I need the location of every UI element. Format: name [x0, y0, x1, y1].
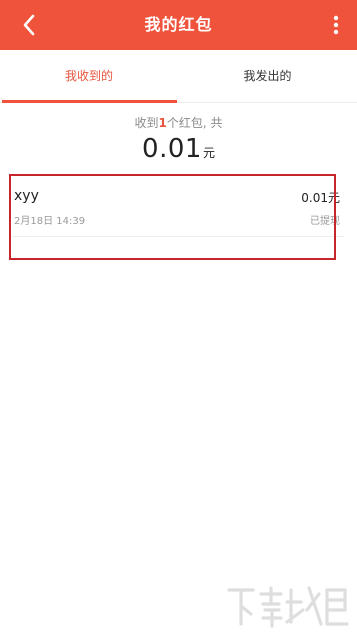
app-header: 我的红包	[0, 0, 357, 50]
summary-suffix: 个红包, 共	[166, 116, 223, 130]
more-button[interactable]	[323, 12, 349, 38]
more-vertical-icon	[333, 15, 339, 35]
active-tab-indicator	[2, 100, 177, 103]
tab-bar: 我收到的 我发出的	[0, 50, 357, 103]
total-amount: 0.01	[142, 134, 202, 164]
record-amount: 0.01元	[301, 191, 340, 205]
tab-sent[interactable]: 我发出的	[178, 50, 357, 102]
tab-received[interactable]: 我收到的	[0, 50, 178, 102]
withdraw-status: 已提现	[310, 216, 340, 227]
sender-name: xyy	[14, 188, 39, 204]
xiazaiba-logo	[227, 586, 349, 628]
summary-prefix: 收到	[134, 116, 159, 130]
total-unit: 元	[202, 146, 215, 160]
received-summary: 收到1个红包, 共	[0, 114, 357, 131]
received-time: 2月18日 14:39	[14, 216, 86, 227]
total-amount-display: 0.01元	[0, 134, 357, 164]
summary-count: 1	[158, 116, 167, 130]
list-item[interactable]: xyy 2月18日 14:39 0.01元 已提现	[12, 178, 344, 237]
page-title: 我的红包	[144, 15, 213, 34]
